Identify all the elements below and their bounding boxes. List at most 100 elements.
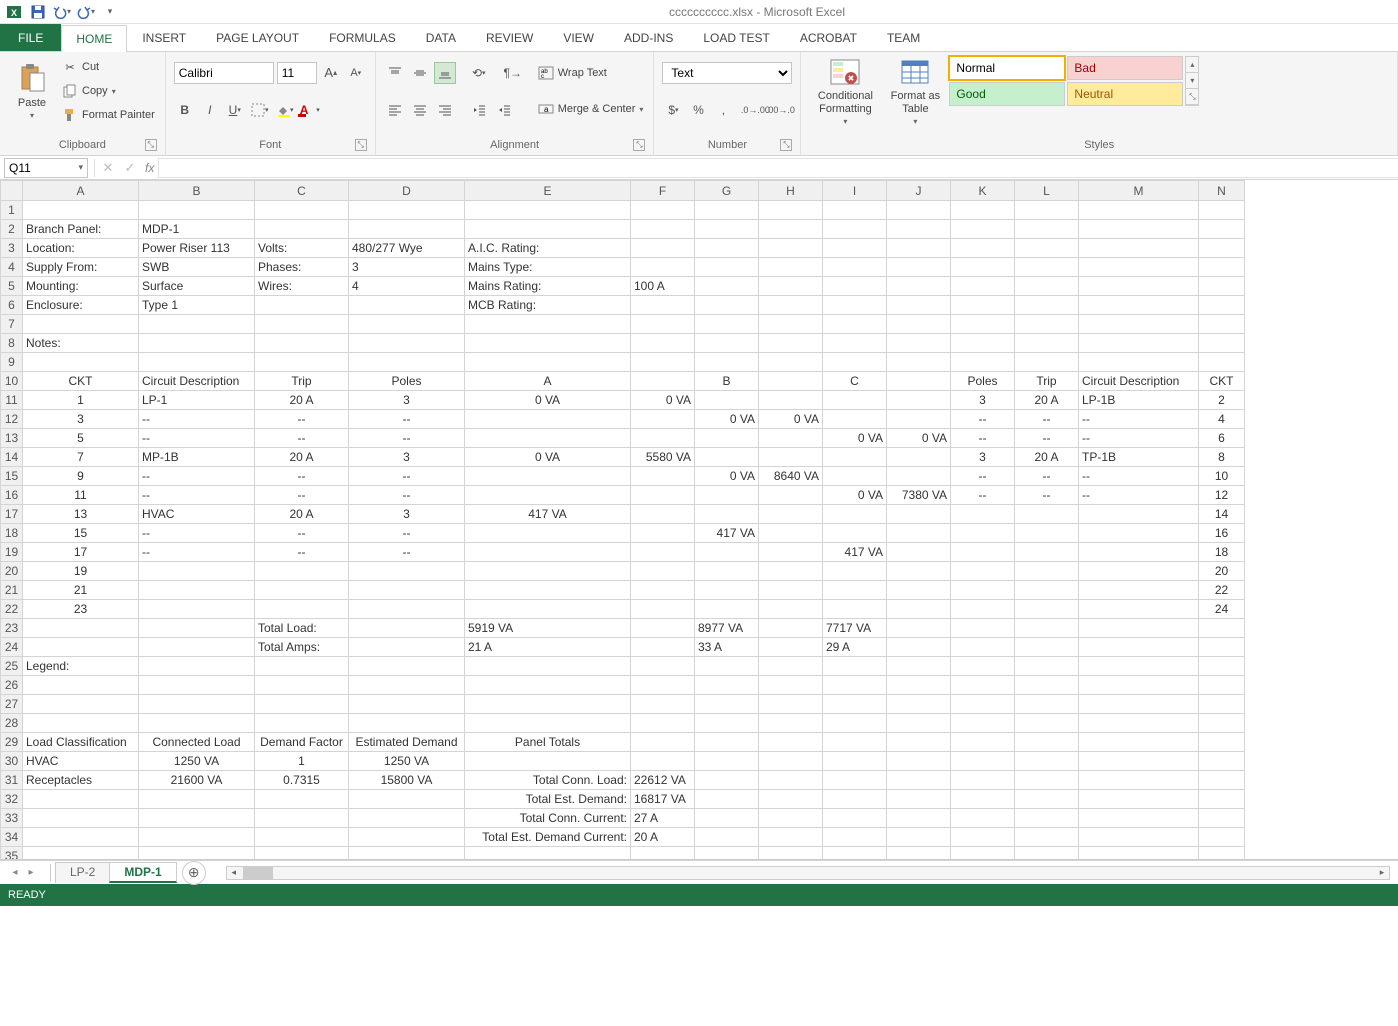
cell-M19[interactable]: [1079, 543, 1199, 562]
row-header-34[interactable]: 34: [1, 828, 23, 847]
cell-I26[interactable]: [823, 676, 887, 695]
cut-button[interactable]: ✂Cut: [60, 58, 157, 76]
cell-C25[interactable]: [255, 657, 349, 676]
cell-I34[interactable]: [823, 828, 887, 847]
cell-J25[interactable]: [887, 657, 951, 676]
cell-J7[interactable]: [887, 315, 951, 334]
cell-G29[interactable]: [695, 733, 759, 752]
cell-J35[interactable]: [887, 847, 951, 861]
save-icon[interactable]: [28, 2, 48, 22]
cell-G26[interactable]: [695, 676, 759, 695]
cell-D3[interactable]: 480/277 Wye: [349, 239, 465, 258]
cell-C22[interactable]: [255, 600, 349, 619]
cell-M5[interactable]: [1079, 277, 1199, 296]
col-header-B[interactable]: B: [139, 181, 255, 201]
cell-F13[interactable]: [631, 429, 695, 448]
cell-K2[interactable]: [951, 220, 1015, 239]
cell-C34[interactable]: [255, 828, 349, 847]
cell-C19[interactable]: --: [255, 543, 349, 562]
cell-A22[interactable]: 23: [23, 600, 139, 619]
scroll-left-icon[interactable]: ◂: [227, 867, 241, 878]
cell-F24[interactable]: [631, 638, 695, 657]
cell-N23[interactable]: [1199, 619, 1245, 638]
row-header-23[interactable]: 23: [1, 619, 23, 638]
cell-M32[interactable]: [1079, 790, 1199, 809]
format-as-table-button[interactable]: Format as Table▾: [885, 56, 945, 126]
fill-color-icon[interactable]: ▾: [274, 99, 296, 121]
cell-F20[interactable]: [631, 562, 695, 581]
cell-B2[interactable]: MDP-1: [139, 220, 255, 239]
cell-J26[interactable]: [887, 676, 951, 695]
cell-E5[interactable]: Mains Rating:: [465, 277, 631, 296]
align-right-icon[interactable]: [434, 99, 456, 121]
cell-G8[interactable]: [695, 334, 759, 353]
cell-F22[interactable]: [631, 600, 695, 619]
cell-H18[interactable]: [759, 524, 823, 543]
cell-B10[interactable]: Circuit Description: [139, 372, 255, 391]
cell-M2[interactable]: [1079, 220, 1199, 239]
cell-N30[interactable]: [1199, 752, 1245, 771]
cell-E4[interactable]: Mains Type:: [465, 258, 631, 277]
col-header-N[interactable]: N: [1199, 181, 1245, 201]
cell-L13[interactable]: --: [1015, 429, 1079, 448]
cell-L33[interactable]: [1015, 809, 1079, 828]
cell-H22[interactable]: [759, 600, 823, 619]
cell-D28[interactable]: [349, 714, 465, 733]
decrease-indent-icon[interactable]: [468, 99, 490, 121]
cell-K13[interactable]: --: [951, 429, 1015, 448]
cell-A31[interactable]: Receptacles: [23, 771, 139, 790]
cell-B30[interactable]: 1250 VA: [139, 752, 255, 771]
cell-A11[interactable]: 1: [23, 391, 139, 410]
cell-K9[interactable]: [951, 353, 1015, 372]
cell-A18[interactable]: 15: [23, 524, 139, 543]
name-box-dropdown-icon[interactable]: ▾: [78, 162, 83, 173]
cell-C8[interactable]: [255, 334, 349, 353]
cell-D14[interactable]: 3: [349, 448, 465, 467]
align-left-icon[interactable]: [384, 99, 406, 121]
row-header-30[interactable]: 30: [1, 752, 23, 771]
cell-D8[interactable]: [349, 334, 465, 353]
cell-N14[interactable]: 8: [1199, 448, 1245, 467]
cell-B33[interactable]: [139, 809, 255, 828]
cell-C14[interactable]: 20 A: [255, 448, 349, 467]
cell-M26[interactable]: [1079, 676, 1199, 695]
formula-input[interactable]: [158, 158, 1398, 178]
cell-F26[interactable]: [631, 676, 695, 695]
cell-B11[interactable]: LP-1: [139, 391, 255, 410]
cell-L28[interactable]: [1015, 714, 1079, 733]
cell-B4[interactable]: SWB: [139, 258, 255, 277]
cell-N16[interactable]: 12: [1199, 486, 1245, 505]
cell-D12[interactable]: --: [349, 410, 465, 429]
cell-M25[interactable]: [1079, 657, 1199, 676]
cell-K11[interactable]: 3: [951, 391, 1015, 410]
cell-G22[interactable]: [695, 600, 759, 619]
cell-I24[interactable]: 29 A: [823, 638, 887, 657]
row-header-8[interactable]: 8: [1, 334, 23, 353]
cell-B21[interactable]: [139, 581, 255, 600]
col-header-J[interactable]: J: [887, 181, 951, 201]
cell-L27[interactable]: [1015, 695, 1079, 714]
cell-G18[interactable]: 417 VA: [695, 524, 759, 543]
cell-A8[interactable]: Notes:: [23, 334, 139, 353]
cell-L17[interactable]: [1015, 505, 1079, 524]
number-launcher-icon[interactable]: ⤡: [780, 139, 792, 151]
cell-A7[interactable]: [23, 315, 139, 334]
cell-E10[interactable]: A: [465, 372, 631, 391]
cell-H34[interactable]: [759, 828, 823, 847]
cell-H1[interactable]: [759, 201, 823, 220]
cell-M24[interactable]: [1079, 638, 1199, 657]
cell-H23[interactable]: [759, 619, 823, 638]
cell-B12[interactable]: --: [139, 410, 255, 429]
cell-M12[interactable]: --: [1079, 410, 1199, 429]
font-size-select[interactable]: [277, 62, 317, 84]
cell-H2[interactable]: [759, 220, 823, 239]
cell-N28[interactable]: [1199, 714, 1245, 733]
cell-G3[interactable]: [695, 239, 759, 258]
cell-C31[interactable]: 0.7315: [255, 771, 349, 790]
cell-N3[interactable]: [1199, 239, 1245, 258]
cell-B1[interactable]: [139, 201, 255, 220]
col-header-M[interactable]: M: [1079, 181, 1199, 201]
comma-icon[interactable]: ,: [712, 99, 734, 121]
cell-D30[interactable]: 1250 VA: [349, 752, 465, 771]
cell-H35[interactable]: [759, 847, 823, 861]
